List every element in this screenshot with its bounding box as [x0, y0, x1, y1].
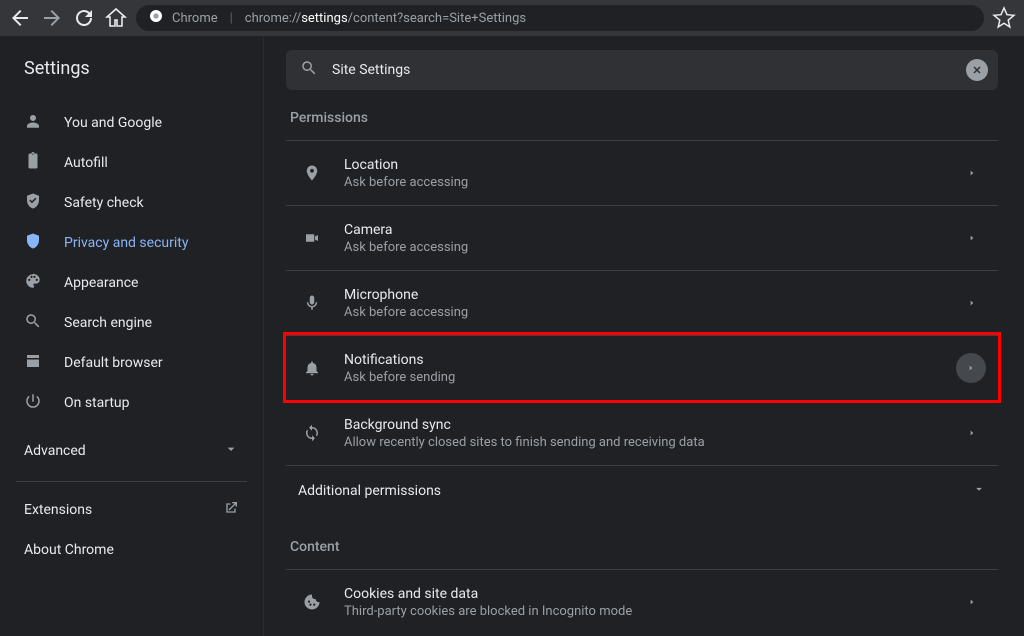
sidebar-item-label: Safety check — [64, 195, 144, 211]
additional-permissions-row[interactable]: Additional permissions — [286, 465, 998, 515]
sync-icon — [298, 424, 326, 442]
permission-title: Notifications — [344, 352, 938, 368]
chevron-right-icon — [958, 598, 986, 606]
sidebar-item-you[interactable]: You and Google — [0, 103, 263, 143]
permission-desc: Ask before sending — [344, 370, 938, 385]
browser-icon — [24, 352, 42, 374]
permission-title: Background sync — [344, 417, 940, 433]
settings-search-bar[interactable]: Site Settings — [286, 50, 998, 90]
browser-toolbar: Chrome | chrome://settings/content?searc… — [0, 0, 1024, 36]
clipboard-icon — [24, 152, 42, 174]
camera-icon — [298, 229, 326, 247]
sidebar-extensions-link[interactable]: Extensions — [0, 490, 263, 530]
sidebar-item-label: Autofill — [64, 155, 108, 171]
content-desc: Third-party cookies are blocked in Incog… — [344, 604, 940, 619]
permission-row-camera[interactable]: Camera Ask before accessing — [286, 205, 998, 270]
permission-desc: Ask before accessing — [344, 305, 940, 320]
sidebar-item-privacy[interactable]: Privacy and security — [0, 223, 263, 263]
permission-desc: Allow recently closed sites to finish se… — [344, 435, 940, 450]
sidebar-item-appearance[interactable]: Appearance — [0, 263, 263, 303]
content-row-cookies[interactable]: Cookies and site data Third-party cookie… — [286, 569, 998, 634]
back-button[interactable] — [8, 6, 32, 30]
sidebar-advanced-toggle[interactable]: Advanced — [0, 429, 263, 473]
search-icon — [24, 312, 42, 334]
sidebar-about-link[interactable]: About Chrome — [0, 530, 263, 570]
permission-desc: Ask before accessing — [344, 175, 940, 190]
sidebar-item-label: You and Google — [64, 115, 162, 131]
chevron-right-icon — [958, 429, 986, 437]
sidebar-item-label: On startup — [64, 395, 130, 411]
sidebar-item-label: Appearance — [64, 275, 138, 291]
permission-row-microphone[interactable]: Microphone Ask before accessing — [286, 270, 998, 335]
chevron-right-icon — [956, 353, 986, 383]
forward-button[interactable] — [40, 6, 64, 30]
sidebar-item-default-browser[interactable]: Default browser — [0, 343, 263, 383]
chevron-right-icon — [958, 234, 986, 242]
sidebar-item-safety[interactable]: Safety check — [0, 183, 263, 223]
sidebar-item-label: Privacy and security — [64, 235, 188, 251]
page-title: Settings — [0, 48, 263, 97]
reload-button[interactable] — [72, 6, 96, 30]
external-link-icon — [223, 500, 239, 520]
microphone-icon — [298, 294, 326, 312]
sidebar-item-startup[interactable]: On startup — [0, 383, 263, 423]
sidebar-item-label: Search engine — [64, 315, 152, 331]
permission-title: Camera — [344, 222, 940, 238]
sidebar-item-search[interactable]: Search engine — [0, 303, 263, 343]
omnibox-divider: | — [230, 11, 233, 26]
permissions-heading: Permissions — [286, 104, 998, 140]
permission-row-bgsync[interactable]: Background sync Allow recently closed si… — [286, 400, 998, 465]
app-label: Chrome — [172, 11, 218, 26]
main-content: Site Settings Permissions Location Ask b… — [264, 36, 1024, 636]
chrome-badge-icon — [148, 8, 164, 28]
sidebar-item-label: Default browser — [64, 355, 163, 371]
shield-icon — [24, 232, 42, 254]
permission-title: Location — [344, 157, 940, 173]
content-heading: Content — [286, 515, 998, 569]
shield-check-icon — [24, 192, 42, 214]
content-title: Cookies and site data — [344, 586, 940, 602]
location-pin-icon — [298, 164, 326, 182]
omnibox-url: chrome://settings/content?search=Site+Se… — [245, 11, 526, 26]
settings-sidebar: Settings You and Google Autofill Safety … — [0, 36, 264, 636]
bookmark-star-button[interactable] — [992, 6, 1016, 30]
omnibox[interactable]: Chrome | chrome://settings/content?searc… — [136, 5, 984, 31]
permission-row-location[interactable]: Location Ask before accessing — [286, 140, 998, 205]
sidebar-item-autofill[interactable]: Autofill — [0, 143, 263, 183]
palette-icon — [24, 272, 42, 294]
chevron-right-icon — [958, 299, 986, 307]
search-icon — [300, 59, 318, 81]
permission-title: Microphone — [344, 287, 940, 303]
permission-desc: Ask before accessing — [344, 240, 940, 255]
clear-search-button[interactable] — [966, 59, 988, 81]
cookie-icon — [298, 593, 326, 611]
person-icon — [24, 112, 42, 134]
search-query-text: Site Settings — [332, 62, 952, 78]
permission-row-notifications[interactable]: Notifications Ask before sending — [286, 335, 998, 400]
bell-icon — [298, 359, 326, 377]
chevron-right-icon — [958, 169, 986, 177]
home-button[interactable] — [104, 6, 128, 30]
chevron-down-icon — [223, 441, 239, 461]
power-icon — [24, 392, 42, 414]
divider — [16, 481, 247, 482]
chevron-down-icon — [972, 482, 986, 500]
